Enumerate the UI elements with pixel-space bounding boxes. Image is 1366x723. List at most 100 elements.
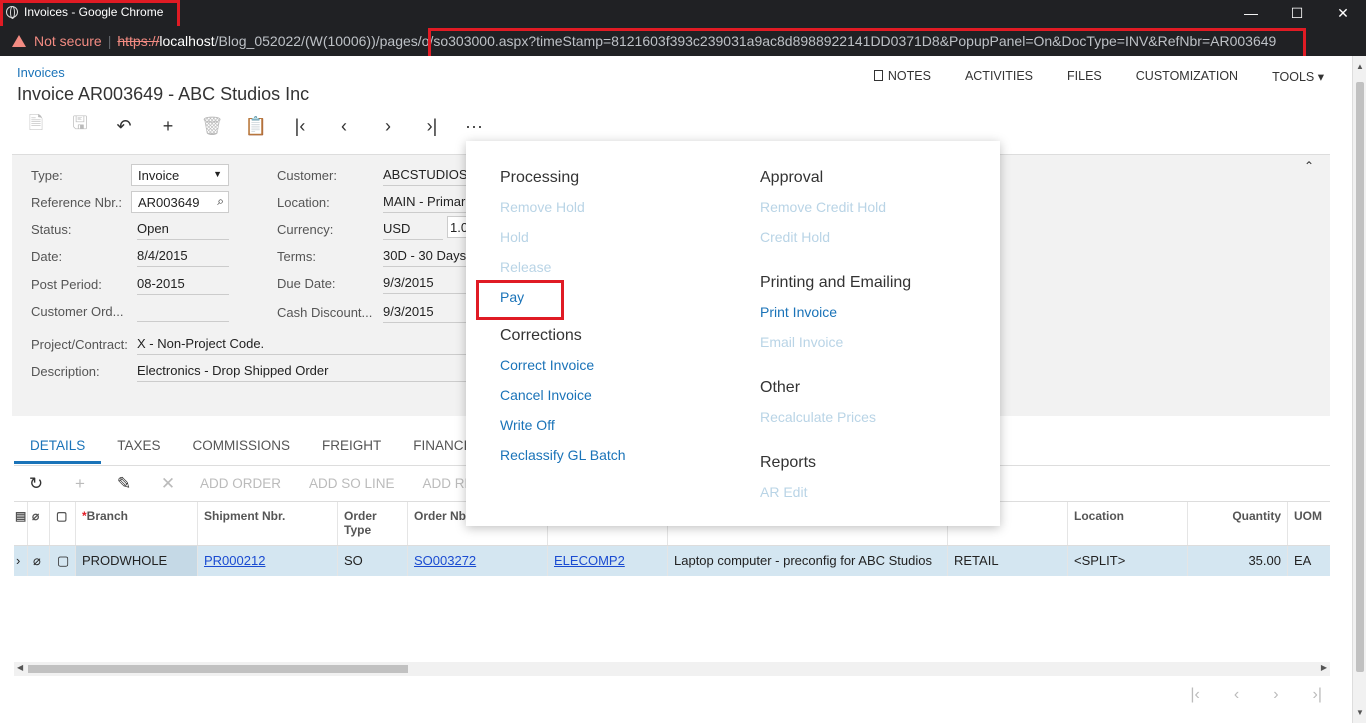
col-uom[interactable]: UOM: [1288, 502, 1330, 545]
col-branch[interactable]: *Branch: [76, 502, 198, 545]
maximize-button[interactable]: ☐: [1274, 0, 1320, 26]
collapse-icon[interactable]: ⌃: [1304, 159, 1314, 173]
pager-first-icon[interactable]: |‹: [1190, 686, 1199, 704]
due-date-field[interactable]: 9/3/2015: [383, 272, 467, 294]
add-row-icon[interactable]: +: [58, 474, 102, 494]
scroll-right-icon[interactable]: ▶: [1321, 663, 1327, 672]
first-record-icon[interactable]: |‹: [278, 110, 322, 142]
cell-location[interactable]: <SPLIT>: [1068, 546, 1188, 576]
row-note-icon[interactable]: ▢: [50, 546, 76, 576]
menu-recalculate-prices[interactable]: Recalculate Prices: [760, 407, 911, 437]
delete-icon[interactable]: 🗑: [190, 110, 234, 142]
cell-shipment[interactable]: PR000212: [198, 546, 338, 576]
previous-record-icon[interactable]: ‹: [322, 110, 366, 142]
tools-button[interactable]: TOOLS ▾: [1272, 69, 1324, 84]
add-order-button[interactable]: ADD ORDER: [200, 476, 281, 491]
activities-button[interactable]: ACTIVITIES: [965, 69, 1033, 84]
col-location[interactable]: Location: [1068, 502, 1188, 545]
save-icon[interactable]: 🖫: [58, 110, 102, 142]
menu-remove-hold[interactable]: Remove Hold: [500, 197, 626, 227]
notes-label: NOTES: [887, 69, 931, 83]
menu-remove-credit-hold[interactable]: Remove Credit Hold: [760, 197, 911, 227]
row-attachment-icon[interactable]: ⌀: [28, 546, 50, 576]
more-actions-button[interactable]: ···: [456, 110, 492, 142]
currency-field[interactable]: USD: [383, 218, 443, 240]
tab-details[interactable]: DETAILS: [14, 432, 102, 464]
vertical-scrollbar[interactable]: ▲ ▼: [1352, 56, 1366, 723]
customer-field[interactable]: ABCSTUDIOS: [383, 164, 468, 186]
ref-nbr-field[interactable]: AR003649 ⌕: [131, 191, 229, 213]
customization-button[interactable]: CUSTOMIZATION: [1136, 69, 1238, 84]
page-title: Invoice AR003649 - ABC Studios Inc: [17, 84, 310, 104]
files-button[interactable]: FILES: [1067, 69, 1102, 84]
menu-correct-invoice[interactable]: Correct Invoice: [500, 355, 626, 385]
menu-write-off[interactable]: Write Off: [500, 415, 626, 445]
currency-label: Currency:: [277, 222, 334, 237]
period-field[interactable]: 08-2015: [137, 273, 229, 295]
scroll-up-icon[interactable]: ▲: [1356, 62, 1364, 71]
menu-hold[interactable]: Hold: [500, 227, 626, 257]
col-order-type[interactable]: Order Type: [338, 502, 408, 545]
refresh-icon[interactable]: ↻: [14, 474, 58, 494]
pager-prev-icon[interactable]: ‹: [1234, 686, 1239, 704]
cell-order-type[interactable]: SO: [338, 546, 408, 576]
location-field[interactable]: MAIN - Primar: [383, 191, 467, 213]
delete-row-icon[interactable]: ✕: [146, 474, 190, 494]
menu-pay[interactable]: Pay: [500, 287, 626, 317]
tab-freight[interactable]: FREIGHT: [306, 432, 397, 464]
tab-commissions[interactable]: COMMISSIONS: [177, 432, 307, 464]
cell-uom[interactable]: EA: [1288, 546, 1330, 576]
project-field[interactable]: X - Non-Project Code.: [137, 333, 467, 355]
cell-quantity[interactable]: 35.00: [1188, 546, 1288, 576]
cash-discount-field[interactable]: 9/3/2015: [383, 301, 467, 323]
customer-order-field[interactable]: [137, 300, 229, 322]
menu-reclassify-gl-batch[interactable]: Reclassify GL Batch: [500, 445, 626, 475]
row-expand-icon[interactable]: ›: [14, 546, 28, 576]
menu-cancel-invoice[interactable]: Cancel Invoice: [500, 385, 626, 415]
minimize-button[interactable]: —: [1228, 0, 1274, 26]
description-field[interactable]: Electronics - Drop Shipped Order: [137, 360, 467, 382]
security-warning[interactable]: Not secure: [12, 33, 102, 49]
col-shipment[interactable]: Shipment Nbr.: [198, 502, 338, 545]
save-close-icon[interactable]: 🗎: [14, 110, 58, 142]
cell-warehouse[interactable]: RETAIL: [948, 546, 1068, 576]
horizontal-scrollbar[interactable]: ◀ ▶: [14, 662, 1330, 676]
next-record-icon[interactable]: ›: [366, 110, 410, 142]
menu-credit-hold[interactable]: Credit Hold: [760, 227, 911, 257]
scroll-down-icon[interactable]: ▼: [1356, 708, 1364, 717]
menu-ar-edit[interactable]: AR Edit: [760, 482, 911, 512]
search-icon[interactable]: ⌕: [217, 194, 224, 209]
cell-order-nbr[interactable]: SO003272: [408, 546, 548, 576]
col-quantity[interactable]: Quantity: [1188, 502, 1288, 545]
type-select[interactable]: Invoice ▼: [131, 164, 229, 186]
inventory-link[interactable]: ELECOMP2: [554, 553, 625, 568]
table-row[interactable]: › ⌀ ▢ PRODWHOLE PR000212 SO SO003272 ELE…: [14, 546, 1330, 576]
terms-field[interactable]: 30D - 30 Days: [383, 245, 467, 267]
cell-inventory[interactable]: ELECOMP2: [548, 546, 668, 576]
add-so-line-button[interactable]: ADD SO LINE: [309, 476, 395, 491]
pager-last-icon[interactable]: ›|: [1313, 686, 1322, 704]
address-bar[interactable]: Not secure | https://localhost/Blog_0520…: [0, 26, 1366, 56]
close-window-button[interactable]: ✕: [1320, 0, 1366, 26]
date-field[interactable]: 8/4/2015: [137, 245, 229, 267]
pager-next-icon[interactable]: ›: [1273, 686, 1278, 704]
add-icon[interactable]: +: [146, 110, 190, 142]
tab-taxes[interactable]: TAXES: [101, 432, 176, 464]
cell-description[interactable]: Laptop computer - preconfig for ABC Stud…: [668, 546, 948, 576]
order-nbr-link[interactable]: SO003272: [414, 553, 476, 568]
copy-paste-icon[interactable]: 📋: [234, 110, 278, 142]
breadcrumb[interactable]: Invoices: [17, 65, 65, 80]
undo-icon[interactable]: ↶: [102, 110, 146, 142]
last-record-icon[interactable]: ›|: [410, 110, 454, 142]
grid-settings-icon[interactable]: ▤: [14, 502, 28, 545]
horizontal-scroll-thumb[interactable]: [28, 665, 408, 673]
cell-branch[interactable]: PRODWHOLE: [76, 546, 198, 576]
menu-release[interactable]: Release: [500, 257, 626, 287]
scroll-left-icon[interactable]: ◀: [17, 663, 23, 672]
menu-email-invoice[interactable]: Email Invoice: [760, 332, 911, 362]
menu-print-invoice[interactable]: Print Invoice: [760, 302, 911, 332]
vertical-scroll-thumb[interactable]: [1356, 82, 1364, 672]
notes-button[interactable]: NOTES: [873, 69, 931, 84]
edit-icon[interactable]: ✎: [102, 474, 146, 494]
shipment-link[interactable]: PR000212: [204, 553, 265, 568]
